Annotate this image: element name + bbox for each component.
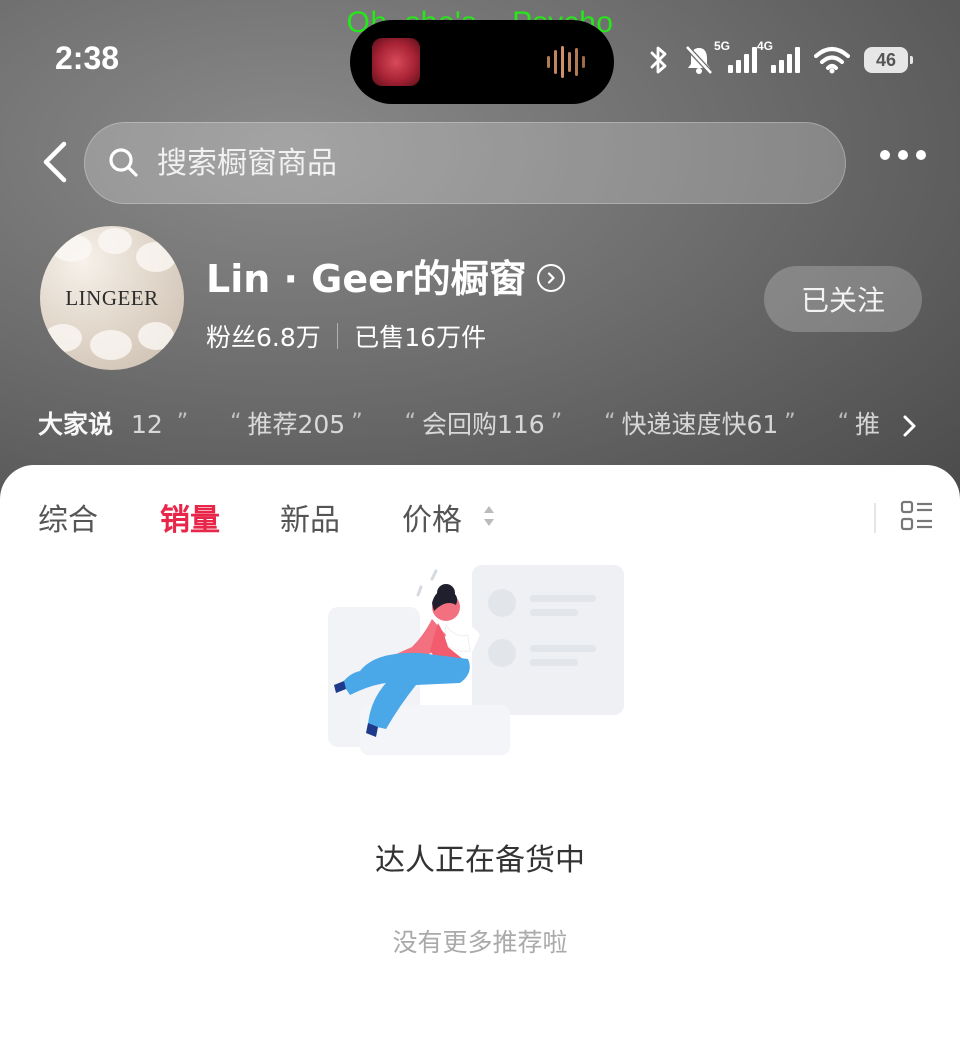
status-time: 2:38 bbox=[55, 40, 120, 76]
dynamic-island[interactable] bbox=[350, 20, 614, 104]
chevron-right-icon[interactable] bbox=[902, 414, 918, 438]
sort-tabs: 综合 销量 新品 价格 bbox=[0, 495, 960, 539]
back-arrow-icon[interactable] bbox=[36, 138, 76, 186]
battery-indicator: 46 bbox=[864, 47, 913, 73]
status-icons: 5G 4G 46 bbox=[648, 39, 913, 80]
avatar-logo-text: LINGEER bbox=[65, 286, 159, 310]
review-lead: 大家说 bbox=[38, 410, 114, 439]
audio-wave-icon bbox=[547, 46, 585, 78]
follow-button[interactable]: 已关注 bbox=[764, 266, 922, 332]
shop-title[interactable]: Lin · Geer的橱窗 bbox=[206, 248, 565, 303]
empty-state-subtitle: 没有更多推荐啦 bbox=[392, 928, 568, 957]
review-lead-count: 12 bbox=[130, 410, 163, 439]
sold-count: 已售16万件 bbox=[354, 323, 487, 352]
album-art bbox=[372, 38, 420, 86]
tab-comprehensive[interactable]: 综合 bbox=[38, 495, 98, 539]
wifi-icon bbox=[814, 47, 850, 74]
stats-divider bbox=[336, 323, 339, 349]
review-tag[interactable]: “推荐205” bbox=[224, 410, 369, 439]
fans-count: 粉丝6.8万 bbox=[206, 323, 321, 352]
tab-divider bbox=[874, 503, 876, 533]
mute-bell-icon bbox=[685, 45, 713, 75]
chevron-right-circle-icon bbox=[536, 263, 565, 292]
tab-sales[interactable]: 销量 bbox=[160, 495, 220, 539]
review-tag[interactable]: “会回购116” bbox=[399, 410, 569, 439]
empty-state-illustration bbox=[328, 565, 624, 755]
review-tag[interactable]: “推 bbox=[832, 410, 880, 439]
shop-stats: 粉丝6.8万 已售16万件 bbox=[206, 318, 486, 354]
signal-4g-icon: 4G bbox=[757, 39, 800, 73]
empty-state-title: 达人正在备货中 bbox=[375, 843, 585, 878]
search-bar[interactable] bbox=[84, 122, 846, 204]
bluetooth-icon bbox=[650, 46, 667, 74]
shop-name: Lin · Geer的橱窗 bbox=[206, 257, 527, 301]
shop-avatar[interactable]: LINGEER bbox=[40, 226, 184, 370]
more-options-icon[interactable] bbox=[880, 150, 926, 160]
tab-new[interactable]: 新品 bbox=[280, 495, 340, 539]
product-panel: 综合 销量 新品 价格 达人正在备货中 没有更多推荐啦 bbox=[0, 465, 960, 1055]
signal-5g-icon: 5G bbox=[714, 39, 757, 73]
list-view-icon[interactable] bbox=[900, 499, 934, 533]
review-tags-row[interactable]: 大家说 12 ” “推荐205” “会回购116” “快递速度快61” “推 bbox=[38, 405, 908, 445]
sort-arrows-icon[interactable] bbox=[482, 501, 496, 531]
tab-price[interactable]: 价格 bbox=[402, 495, 462, 539]
search-icon bbox=[109, 148, 138, 177]
search-input[interactable] bbox=[155, 144, 759, 182]
review-tag[interactable]: “快递速度快61” bbox=[598, 410, 802, 439]
